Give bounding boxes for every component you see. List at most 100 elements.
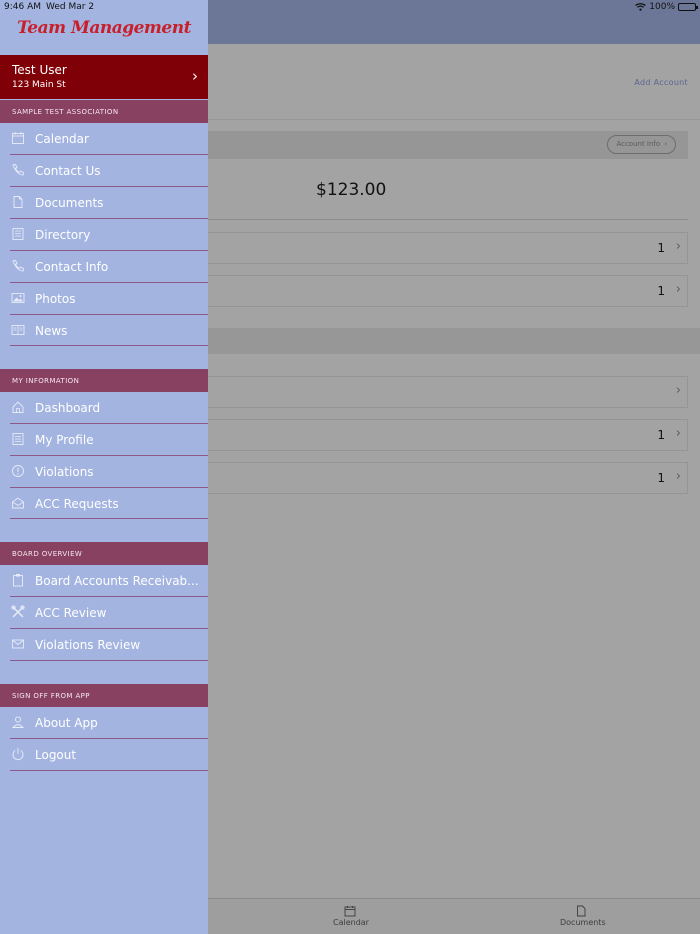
- divider: [10, 518, 208, 519]
- menu-item-violations-review[interactable]: Violations Review: [0, 630, 208, 661]
- section-header-sign-off: SIGN OFF FROM APP: [0, 684, 208, 707]
- app-logo: Team Management: [17, 18, 191, 38]
- chevron-right-icon: ›: [675, 426, 681, 441]
- divider: [10, 250, 208, 251]
- home-icon: [12, 401, 24, 413]
- directory-icon: [12, 228, 24, 240]
- battery-icon: [678, 3, 698, 11]
- menu-item-about-app[interactable]: About App: [0, 708, 208, 739]
- power-icon: [12, 748, 24, 761]
- news-icon: [11, 325, 25, 335]
- menu-label: Contact Info: [35, 260, 109, 274]
- calendar-icon: [12, 132, 24, 144]
- menu-label: Contact Us: [35, 164, 101, 178]
- menu-item-board-accounts-receivable[interactable]: Board Accounts Receivab...: [0, 566, 208, 597]
- document-icon: [13, 196, 23, 208]
- chevron-right-icon: ›: [664, 140, 667, 148]
- divider: [10, 218, 208, 219]
- menu-item-calendar[interactable]: Calendar: [0, 124, 208, 155]
- calendar-icon: [344, 906, 356, 917]
- section-header-board-overview: BOARD OVERVIEW: [0, 542, 208, 565]
- chevron-right-icon: ›: [675, 282, 681, 297]
- status-date: Wed Mar 2: [46, 2, 95, 12]
- envelope-icon: [12, 639, 24, 649]
- tab-documents[interactable]: Documents: [560, 905, 606, 927]
- menu-label: About App: [35, 716, 98, 730]
- menu-label: Directory: [35, 228, 91, 242]
- divider: [10, 596, 208, 597]
- document-icon: [577, 905, 586, 917]
- user-profile-row[interactable]: Test User 123 Main St ›: [0, 55, 208, 99]
- chevron-right-icon: ›: [675, 383, 681, 398]
- menu-item-documents[interactable]: Documents: [0, 188, 208, 219]
- list-row[interactable]: ›: [208, 376, 688, 408]
- chevron-right-icon: ›: [675, 469, 681, 484]
- battery-percent: 100%: [649, 2, 675, 12]
- alert-icon: [12, 465, 24, 477]
- menu-label: Calendar: [35, 132, 89, 146]
- list-row[interactable]: 1 ›: [208, 462, 688, 494]
- add-account-button[interactable]: Add Account: [634, 78, 688, 87]
- photos-icon: [11, 293, 25, 303]
- divider: [10, 154, 208, 155]
- menu-item-acc-review[interactable]: ACC Review: [0, 598, 208, 629]
- phone-icon: [12, 163, 25, 176]
- menu-label: Violations: [35, 465, 94, 479]
- menu-item-news[interactable]: News: [0, 316, 208, 347]
- wifi-icon: [635, 3, 647, 11]
- menu-item-dashboard[interactable]: Dashboard: [0, 393, 208, 424]
- divider: [10, 282, 208, 283]
- menu-item-contact-us[interactable]: Contact Us: [0, 156, 208, 187]
- profile-icon: [12, 433, 24, 445]
- divider: [10, 186, 208, 187]
- clipboard-icon: [13, 574, 23, 587]
- account-info-button[interactable]: Account Info ›: [607, 135, 676, 154]
- menu-label: Logout: [35, 748, 77, 762]
- menu-label: ACC Requests: [35, 497, 119, 511]
- list-row[interactable]: 1 ›: [208, 232, 688, 264]
- menu-item-directory[interactable]: Directory: [0, 220, 208, 251]
- divider: [10, 455, 208, 456]
- divider: [10, 738, 208, 739]
- divider: [10, 770, 208, 771]
- row-count: 1: [657, 471, 665, 485]
- envelope-open-icon: [12, 497, 24, 509]
- tab-calendar[interactable]: Calendar: [333, 905, 369, 927]
- row-count: 1: [657, 428, 665, 442]
- menu-label: My Profile: [35, 433, 94, 447]
- menu-label: Documents: [35, 196, 104, 210]
- menu-item-acc-requests[interactable]: ACC Requests: [0, 489, 208, 520]
- status-bar: 9:46 AM Wed Mar 2 100%: [0, 0, 700, 14]
- section-header-association: SAMPLE TEST ASSOCIATION: [0, 100, 208, 123]
- divider: [10, 628, 208, 629]
- menu-label: Photos: [35, 292, 76, 306]
- user-name: Test User: [12, 63, 67, 77]
- divider: [10, 345, 208, 346]
- menu-item-my-profile[interactable]: My Profile: [0, 425, 208, 456]
- divider: [10, 423, 208, 424]
- section-header-my-information: MY INFORMATION: [0, 369, 208, 392]
- person-icon: [11, 716, 25, 728]
- menu-item-violations[interactable]: Violations: [0, 457, 208, 488]
- side-drawer: Team Management Test User 123 Main St › …: [0, 0, 208, 934]
- menu-item-logout[interactable]: Logout: [0, 740, 208, 771]
- list-row[interactable]: 1 ›: [208, 275, 688, 307]
- divider: [10, 314, 208, 315]
- menu-label: News: [35, 324, 68, 338]
- user-address: 123 Main St: [12, 80, 66, 90]
- menu-label: Dashboard: [35, 401, 101, 415]
- menu-label: Board Accounts Receivab...: [35, 574, 199, 588]
- account-card-body: [208, 159, 688, 220]
- phone-icon: [12, 259, 25, 272]
- section-band: [208, 328, 700, 354]
- menu-label: ACC Review: [35, 606, 107, 620]
- list-row[interactable]: 1 ›: [208, 419, 688, 451]
- status-time: 9:46 AM: [4, 2, 41, 12]
- chevron-right-icon: ›: [675, 239, 681, 254]
- menu-label: Violations Review: [35, 638, 141, 652]
- divider: [10, 487, 208, 488]
- menu-item-contact-info[interactable]: Contact Info: [0, 252, 208, 283]
- tab-label: Calendar: [333, 918, 369, 927]
- row-count: 1: [657, 241, 665, 255]
- menu-item-photos[interactable]: Photos: [0, 284, 208, 315]
